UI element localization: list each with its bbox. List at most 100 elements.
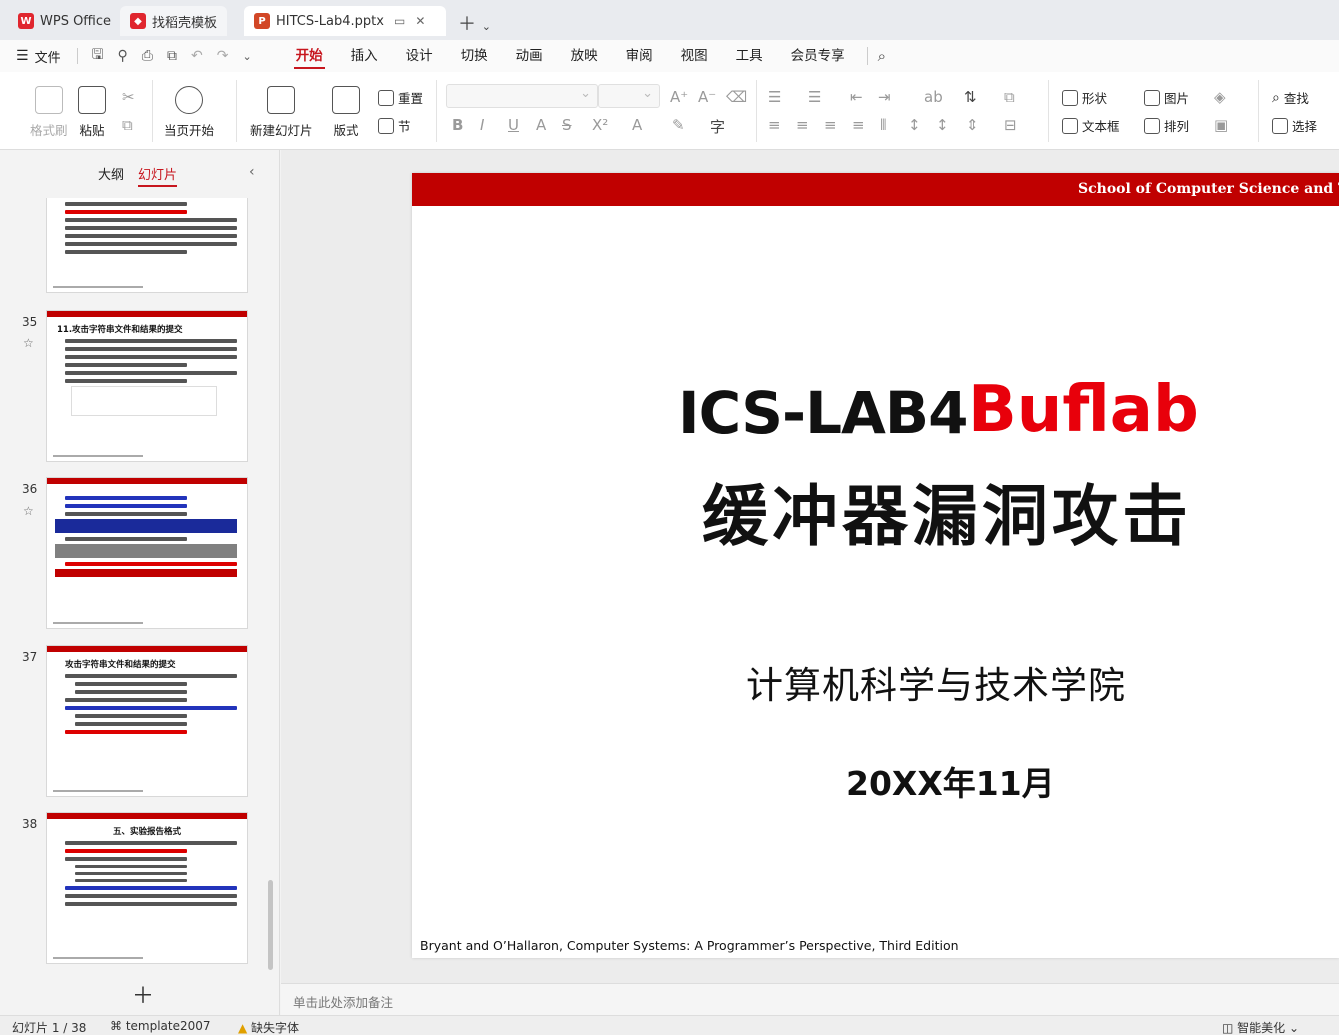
slide-thumbnail[interactable] (46, 477, 248, 629)
outline-icon[interactable]: ▣ (1214, 116, 1228, 134)
picture-button[interactable]: 图片 (1144, 88, 1189, 107)
select-button[interactable]: 选择 (1272, 116, 1317, 135)
close-tab-icon[interactable]: ✕ (415, 14, 425, 28)
italic-icon[interactable]: I (480, 116, 484, 134)
slide-date[interactable]: 20XX年11月 (846, 757, 1055, 805)
file-menu[interactable]: ☰ 文件 (16, 47, 61, 66)
slide-thumbnail[interactable]: 五、实验报告格式 (46, 812, 248, 964)
menu-member[interactable]: 会员专享 (777, 40, 859, 72)
collapse-panel-icon[interactable]: ‹ (249, 164, 255, 180)
current-slide[interactable]: School of Computer Science and Technolog… (412, 173, 1339, 958)
new-tab-icon[interactable]: ＋ ⌄ (458, 10, 491, 36)
format-painter-button[interactable]: 格式刷 (30, 86, 68, 139)
slide-title[interactable]: ICS-LAB4 (678, 379, 968, 447)
distribute-icon[interactable]: ⦀ (880, 116, 887, 134)
star-icon[interactable]: ☆ (23, 336, 34, 350)
menu-insert[interactable]: 插入 (337, 40, 392, 72)
reset-button[interactable]: 重置 (378, 88, 423, 107)
menu-transition[interactable]: 切换 (447, 40, 502, 72)
align-center-icon[interactable]: ≡ (796, 116, 809, 134)
underline-icon[interactable]: U (508, 116, 519, 134)
thumb-code (71, 386, 217, 416)
shape-button[interactable]: 形状 (1062, 88, 1107, 107)
fill-icon[interactable]: ◈ (1214, 88, 1226, 106)
decrease-font-icon[interactable]: A⁻ (698, 88, 716, 106)
undo-icon[interactable]: ↶ (191, 48, 203, 64)
superscript-icon[interactable]: X² (592, 116, 608, 134)
menu-tools[interactable]: 工具 (722, 40, 777, 72)
cut-icon[interactable]: ✂ (122, 88, 135, 106)
paste-button[interactable]: 粘贴 (78, 86, 106, 139)
tab-wps-office[interactable]: W WPS Office (8, 6, 121, 36)
menu-design[interactable]: 设计 (392, 40, 447, 72)
tab-document[interactable]: P HITCS-Lab4.pptx ▭ ✕ (244, 6, 446, 36)
font-family-select[interactable] (446, 84, 598, 108)
highlight-icon[interactable]: ✎ (672, 116, 685, 134)
slide-institute[interactable]: 计算机科学与技术学院 (746, 655, 1126, 709)
reset-icon (378, 89, 394, 106)
text-spacing-icon[interactable]: ab (924, 88, 943, 106)
textbox-button[interactable]: 文本框 (1062, 116, 1120, 135)
strikethrough-icon[interactable]: S (562, 116, 572, 134)
text-direction-icon[interactable]: ⇕ (966, 116, 979, 134)
clear-format-icon[interactable]: ⌫ (726, 88, 747, 106)
increase-indent-icon[interactable]: ⇥ (878, 88, 891, 106)
font-size-select[interactable] (598, 84, 660, 108)
align-left-icon[interactable]: ≡ (768, 116, 781, 134)
text-align-icon[interactable]: ⊟ (1004, 116, 1017, 134)
paste-label: 粘贴 (79, 123, 105, 138)
align-right-icon[interactable]: ≡ (824, 116, 837, 134)
template-button[interactable]: ⌘ template2007 (110, 1019, 211, 1033)
thumb-title: 攻击字符串文件和结果的提交 (65, 660, 176, 670)
slide-thumbnail[interactable] (46, 198, 248, 293)
menu-slideshow[interactable]: 放映 (557, 40, 612, 72)
play-current-button[interactable]: 当页开始 (164, 86, 214, 139)
find-button[interactable]: ⌕ 查找 (1272, 88, 1309, 107)
paragraph-spacing-icon[interactable]: ↕ (936, 116, 949, 134)
section-button[interactable]: 节 (378, 116, 411, 135)
window-icon[interactable]: ▭ (394, 14, 405, 28)
print-icon[interactable]: ⎙ (142, 48, 153, 64)
add-slide-button[interactable]: ＋ (132, 978, 154, 1010)
copy-icon[interactable]: ⧉ (122, 116, 133, 134)
tab-docer[interactable]: ◆ 找稻壳模板 (120, 6, 228, 36)
slide-title-highlight[interactable]: Buflab (968, 373, 1199, 447)
bullet-list-icon[interactable]: ☰ (768, 88, 781, 106)
beautify-icon: ◫ (1222, 1021, 1238, 1035)
justify-icon[interactable]: ≡ (852, 116, 865, 134)
tab-slides[interactable]: 幻灯片 (138, 164, 178, 187)
text-shadow-icon[interactable]: A (536, 116, 546, 134)
menu-review[interactable]: 审阅 (612, 40, 667, 72)
slide-footer[interactable]: Bryant and O’Hallaron, Computer Systems:… (420, 938, 959, 953)
tab-outline[interactable]: 大纲 (98, 164, 124, 187)
redo-icon[interactable]: ↷ (217, 48, 229, 64)
numbered-list-icon[interactable]: ☰ (808, 88, 821, 106)
slide-thumbnail[interactable]: 11.攻击字符串文件和结果的提交 (46, 310, 248, 462)
panel-scrollbar[interactable] (268, 880, 273, 970)
sort-icon[interactable]: ⇅ (964, 88, 977, 106)
menu-animation[interactable]: 动画 (502, 40, 557, 72)
slide-thumbnail[interactable]: 攻击字符串文件和结果的提交 (46, 645, 248, 797)
layout-button[interactable]: 版式 (332, 86, 360, 139)
chevron-down-icon[interactable]: ⌄ (242, 50, 251, 63)
new-slide-button[interactable]: 新建幻灯片 (250, 86, 313, 139)
search-icon[interactable]: ⌕ (866, 47, 886, 65)
notes-pane[interactable]: 单击此处添加备注 (281, 983, 1339, 1015)
slide-subtitle[interactable]: 缓冲器漏洞攻击 (702, 463, 1192, 559)
save-icon[interactable]: 🖫 (92, 44, 104, 68)
print-preview-icon[interactable]: ⧉ (167, 48, 177, 64)
arrange-button[interactable]: 排列 (1144, 116, 1189, 135)
star-icon[interactable]: ☆ (23, 504, 34, 518)
menu-home[interactable]: 开始 (282, 40, 337, 72)
menu-view[interactable]: 视图 (667, 40, 722, 72)
bold-icon[interactable]: B (452, 116, 463, 134)
smart-beautify-button[interactable]: ◫ 智能美化 ⌄ (1222, 1019, 1299, 1035)
phonetic-icon[interactable]: 字 (710, 116, 725, 137)
convert-icon[interactable]: ⧉ (1004, 88, 1015, 106)
missing-font-button[interactable]: ▲ 缺失字体 (238, 1019, 299, 1035)
decrease-indent-icon[interactable]: ⇤ (850, 88, 863, 106)
increase-font-icon[interactable]: A⁺ (670, 88, 688, 106)
share-icon[interactable]: ⚲ (118, 48, 128, 64)
line-spacing-icon[interactable]: ↕ (908, 116, 921, 134)
font-color-icon[interactable]: A (632, 116, 642, 134)
